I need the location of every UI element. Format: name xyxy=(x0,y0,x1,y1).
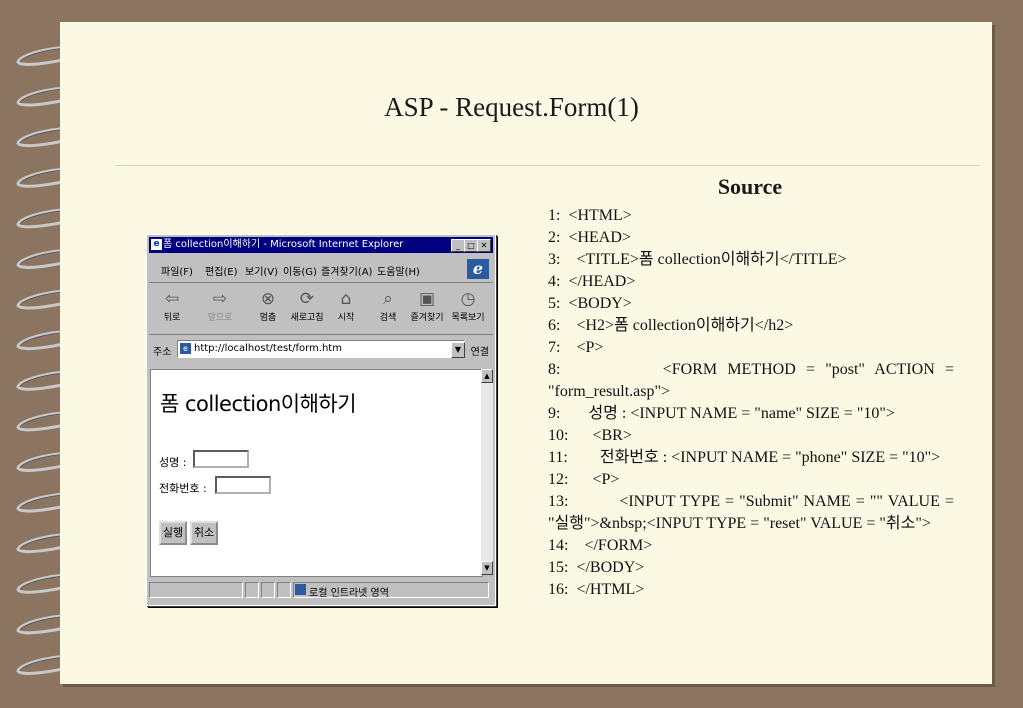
search-label: 검색 xyxy=(379,313,397,323)
address-label: 주소 xyxy=(153,347,172,358)
menu-view[interactable]: 보기(V) xyxy=(245,263,278,278)
status-zone-label: 로컬 인트라넷 영역 xyxy=(309,588,389,599)
refresh-icon: ⟳ xyxy=(299,289,315,309)
vertical-scrollbar[interactable]: ▲ ▼ xyxy=(481,369,493,575)
address-value: http://localhost/test/form.htm xyxy=(194,343,342,354)
scroll-down-icon[interactable]: ▼ xyxy=(481,561,493,575)
scroll-up-icon[interactable]: ▲ xyxy=(481,369,493,383)
code-line: 6: <H2>폼 collection이해하기</h2> xyxy=(548,317,794,334)
menu-edit[interactable]: 편집(E) xyxy=(205,263,238,278)
browser-window-title: 폼 collection이해하기 - Microsoft Internet Ex… xyxy=(163,239,404,250)
code-line: 10: <BR> xyxy=(548,427,632,444)
intranet-zone-icon xyxy=(295,584,306,595)
home-button[interactable]: ⌂ 시작 xyxy=(327,288,365,323)
menu-bar: 파일(F) 편집(E) 보기(V) 이동(G) 즐겨찾기(A) 도움말(H) e xyxy=(149,256,493,283)
code-line: 14: </FORM> xyxy=(548,537,653,554)
favorites-label: 즐겨찾기 xyxy=(410,313,444,323)
browser-window: e 폼 collection이해하기 - Microsoft Internet … xyxy=(146,234,496,606)
maximize-icon[interactable]: □ xyxy=(464,239,478,252)
status-bar: 로컬 인트라넷 영역 xyxy=(149,580,493,600)
page-heading: 폼 collection이해하기 xyxy=(160,392,357,416)
ie-logo-icon: e xyxy=(467,259,489,279)
phone-input[interactable] xyxy=(215,476,271,494)
menu-go[interactable]: 이동(G) xyxy=(283,263,317,278)
name-input[interactable] xyxy=(193,450,249,468)
source-code: 1: <HTML> 2: <HEAD> 3: <TITLE>폼 collection… xyxy=(548,205,954,601)
back-button[interactable]: ⇦ 뒤로 xyxy=(153,288,191,323)
code-line: 9: 성명 : <INPUT NAME = "name" SIZE = "10"… xyxy=(548,405,895,422)
stop-button[interactable]: ⊗ 멈춤 xyxy=(249,288,287,323)
refresh-button[interactable]: ⟳ 새로고침 xyxy=(285,288,329,323)
minimize-icon[interactable]: _ xyxy=(451,239,465,252)
home-label: 시작 xyxy=(337,313,355,323)
ie-small-icon: e xyxy=(151,239,162,250)
code-line: 8: <FORM METHOD = "post" ACTION = "form_… xyxy=(548,361,954,400)
status-cell xyxy=(245,582,259,598)
code-line: 1: <HTML> xyxy=(548,207,632,224)
favorites-button[interactable]: ▣ 즐겨찾기 xyxy=(405,288,449,323)
home-icon: ⌂ xyxy=(340,289,352,309)
status-zone: 로컬 인트라넷 영역 xyxy=(295,584,389,599)
back-arrow-icon: ⇦ xyxy=(164,289,180,309)
menu-favorites[interactable]: 즐겨찾기(A) xyxy=(321,263,372,278)
code-line: 11: 전화번호 : <INPUT NAME = "phone" SIZE = … xyxy=(548,449,941,466)
source-heading: Source xyxy=(717,174,783,199)
address-bar: 주소 e http://localhost/test/form.htm ▼ 연결 xyxy=(149,337,493,361)
code-line: 3: <TITLE>폼 collection이해하기</TITLE> xyxy=(548,251,847,268)
status-cell xyxy=(277,582,291,598)
history-button[interactable]: ◷ 목록보기 xyxy=(447,288,489,323)
address-input[interactable]: e http://localhost/test/form.htm xyxy=(177,340,465,358)
code-line: 16: </HTML> xyxy=(548,581,645,598)
page-icon: e xyxy=(180,343,191,354)
status-cell xyxy=(149,582,243,598)
search-button[interactable]: ⌕ 검색 xyxy=(369,288,407,323)
stop-label: 멈춤 xyxy=(259,313,277,323)
history-icon: ◷ xyxy=(460,289,476,309)
back-label: 뒤로 xyxy=(163,313,181,323)
go-button[interactable]: 연결 xyxy=(471,343,489,358)
history-label: 목록보기 xyxy=(451,313,485,323)
phone-label: 전화번호 : xyxy=(159,482,207,495)
close-icon[interactable]: ✕ xyxy=(477,239,491,252)
stop-icon: ⊗ xyxy=(260,289,276,309)
title-divider xyxy=(115,165,980,166)
forward-arrow-icon: ⇨ xyxy=(212,289,228,309)
reset-button[interactable]: 취소 xyxy=(190,521,218,545)
code-line: 7: <P> xyxy=(548,339,604,356)
forward-button[interactable]: ⇨ 앞으로 xyxy=(201,288,239,323)
code-line: 13: <INPUT TYPE = "Submit" NAME = "" VAL… xyxy=(548,493,954,532)
favorites-icon: ▣ xyxy=(418,289,436,309)
code-line: 2: <HEAD> xyxy=(548,229,631,246)
menu-help[interactable]: 도움말(H) xyxy=(377,263,420,278)
submit-button[interactable]: 실행 xyxy=(159,521,187,545)
code-line: 15: </BODY> xyxy=(548,559,645,576)
status-cell xyxy=(261,582,275,598)
page-content: 폼 collection이해하기 성명 : 전화번호 : 실행 취소 xyxy=(150,369,483,577)
forward-label: 앞으로 xyxy=(207,313,233,323)
browser-title-bar[interactable]: e 폼 collection이해하기 - Microsoft Internet … xyxy=(149,237,493,253)
slide-title: ASP - Request.Form(1) xyxy=(384,92,639,122)
code-line: 12: <P> xyxy=(548,471,620,488)
refresh-label: 새로고침 xyxy=(290,313,324,323)
browser-toolbar: ⇦ 뒤로 ⇨ 앞으로 ⊗ 멈춤 ⟳ 새로고침 ⌂ 시작 ⌕ 검색 ▣ 즐겨찾기 ◷ 목록보기 xyxy=(149,284,493,335)
name-label: 성명 : xyxy=(159,456,187,469)
address-dropdown-icon[interactable]: ▼ xyxy=(451,342,465,358)
menu-file[interactable]: 파일(F) xyxy=(161,263,193,278)
code-line: 5: <BODY> xyxy=(548,295,632,312)
code-line: 4: </HEAD> xyxy=(548,273,636,290)
search-icon: ⌕ xyxy=(383,289,393,309)
